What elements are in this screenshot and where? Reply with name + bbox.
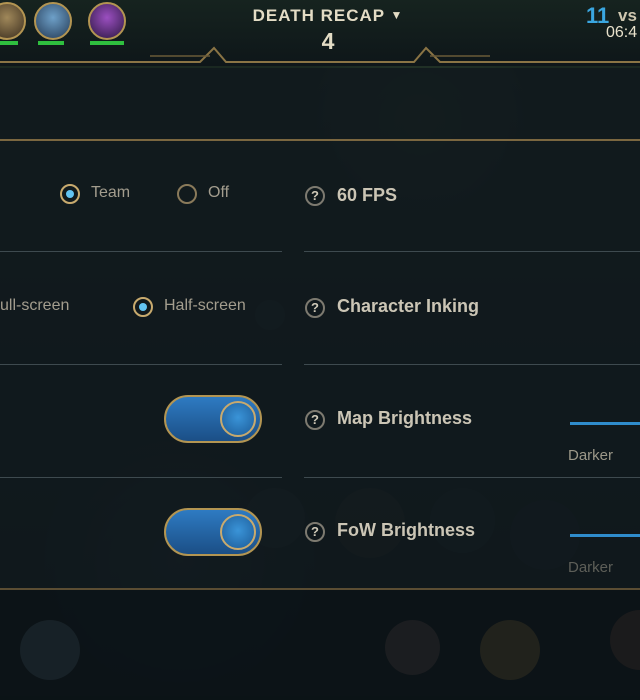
setting-map-brightness-label: Map Brightness [337,408,473,428]
champion-portrait-2[interactable] [34,2,72,40]
row-divider [0,477,282,478]
setting-character-inking-label: Character Inking [337,296,480,316]
setting-fow-brightness-label: FoW Brightness [337,520,475,540]
radio-half-screen[interactable] [133,297,153,317]
help-icon[interactable]: ? [305,522,325,542]
map-brightness-slider[interactable] [570,422,640,425]
toggle-knob [220,401,256,437]
radio-off[interactable] [177,184,197,204]
radio-fullscreen-label[interactable]: ull-screen [0,297,69,315]
top-hud: DEATH RECAP ▼ 4 11 vs 06:4 [0,0,640,66]
radio-half-screen-label[interactable]: Half-screen [164,297,246,315]
radio-off-label[interactable]: Off [208,184,229,202]
item-slot-ghost [20,620,80,680]
toggle-switch[interactable] [164,508,262,556]
champion-portrait-3[interactable] [88,2,126,40]
panel-footer [0,590,640,700]
help-icon[interactable]: ? [305,186,325,206]
item-slot-ghost [610,610,640,670]
chevron-down-icon: ▼ [390,8,404,22]
toggle-switch[interactable] [164,395,262,443]
fow-brightness-slider[interactable] [570,534,640,537]
item-slot-ghost [480,620,540,680]
radio-team[interactable] [60,184,80,204]
item-slot-ghost [385,620,440,675]
champion-portrait-1[interactable] [0,2,26,40]
radio-team-label[interactable]: Team [91,184,130,202]
row-divider [304,251,640,252]
help-icon[interactable]: ? [305,410,325,430]
map-brightness-min-label: Darker [568,447,614,464]
score-vs-label: vs [618,6,637,25]
row-divider [304,364,640,365]
row-divider [304,477,640,478]
death-recap-label: DEATH RECAP [252,6,385,25]
setting-60fps-label: 60 FPS [337,185,398,205]
help-icon[interactable]: ? [305,298,325,318]
death-recap-title[interactable]: DEATH RECAP ▼ [200,6,456,26]
fow-brightness-min-label: Darker [568,559,614,576]
row-divider [0,364,282,365]
hud-frame-ornament [0,46,640,63]
toggle-knob [220,514,256,550]
panel-header-divider [0,139,640,141]
row-divider [0,251,282,252]
